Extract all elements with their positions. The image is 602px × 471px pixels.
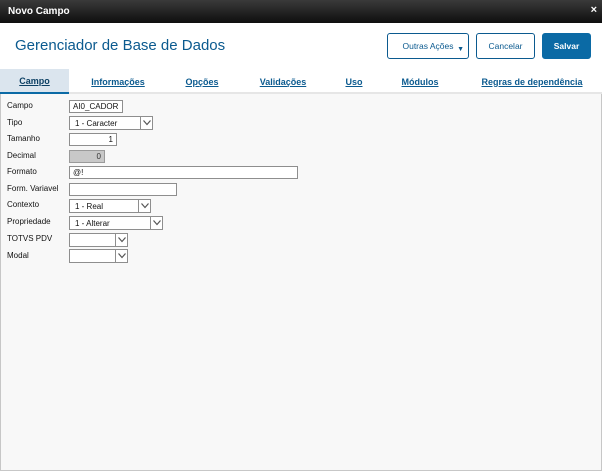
window-titlebar: Novo Campo × (0, 0, 602, 23)
contexto-select[interactable]: 1 - Real (69, 199, 151, 213)
form-variavel-label: Form. Variavel (7, 184, 59, 193)
tab-label: Campo (19, 75, 50, 86)
window-title: Novo Campo (8, 6, 70, 17)
formato-field[interactable]: @! (69, 166, 298, 179)
tamanho-field[interactable]: 1 (69, 133, 117, 146)
tab-opcoes[interactable]: Opções (180, 69, 224, 94)
tab-validacoes[interactable]: Validações (252, 69, 314, 94)
more-actions-label: Outras Ações (402, 41, 454, 51)
propriedade-label: Propriedade (7, 217, 51, 226)
contexto-value: 1 - Real (75, 202, 104, 211)
formato-label: Formato (7, 167, 37, 176)
propriedade-select[interactable]: 1 - Alterar (69, 216, 163, 230)
tab-label: Opções (185, 76, 219, 87)
page-title: Gerenciador de Base de Dados (15, 37, 226, 54)
chevron-down-icon[interactable] (115, 234, 127, 246)
tab-modulos[interactable]: Módulos (395, 69, 445, 94)
page-header: Gerenciador de Base de Dados Outras Açõe… (0, 23, 602, 69)
totvs-pdv-label: TOTVS PDV (7, 234, 53, 243)
decimal-label: Decimal (7, 151, 36, 160)
form-variavel-field[interactable] (69, 183, 177, 196)
campo-field[interactable]: AI0_CADOR (69, 100, 123, 113)
tamanho-label: Tamanho (7, 134, 40, 143)
tab-label: Validações (259, 76, 307, 87)
propriedade-value: 1 - Alterar (75, 219, 110, 228)
form-panel: Campo AI0_CADOR Tipo 1 - Caracter Tamanh… (0, 94, 602, 471)
tab-label: Módulos (401, 76, 439, 87)
chevron-down-icon[interactable] (140, 117, 152, 129)
modal-select[interactable] (69, 249, 128, 263)
tab-bar: Campo Informações Opções Validações Uso … (0, 69, 602, 94)
more-actions-button[interactable]: Outras Ações ▼ (387, 33, 469, 59)
tab-informacoes[interactable]: Informações (82, 69, 154, 94)
save-label: Salvar (553, 41, 580, 51)
caret-down-icon: ▼ (457, 46, 464, 53)
tipo-label: Tipo (7, 118, 23, 127)
modal-label: Modal (7, 251, 29, 260)
campo-label: Campo (7, 101, 33, 110)
cancel-button[interactable]: Cancelar (476, 33, 535, 59)
chevron-down-icon[interactable] (115, 250, 127, 262)
save-button[interactable]: Salvar (542, 33, 591, 59)
tab-campo[interactable]: Campo (0, 69, 69, 94)
decimal-field: 0 (69, 150, 105, 163)
tipo-value: 1 - Caracter (75, 119, 118, 128)
totvs-pdv-select[interactable] (69, 233, 128, 247)
tab-uso[interactable]: Uso (340, 69, 368, 94)
tab-regras-de-dependencia[interactable]: Regras de dependência (474, 69, 590, 94)
chevron-down-icon[interactable] (150, 217, 162, 229)
cancel-label: Cancelar (488, 41, 523, 51)
chevron-down-icon[interactable] (138, 200, 150, 212)
tab-label: Regras de dependência (481, 76, 583, 87)
contexto-label: Contexto (7, 200, 40, 209)
tab-label: Uso (345, 76, 363, 87)
close-icon[interactable]: × (591, 5, 597, 16)
tab-label: Informações (91, 76, 145, 87)
tipo-select[interactable]: 1 - Caracter (69, 116, 153, 130)
